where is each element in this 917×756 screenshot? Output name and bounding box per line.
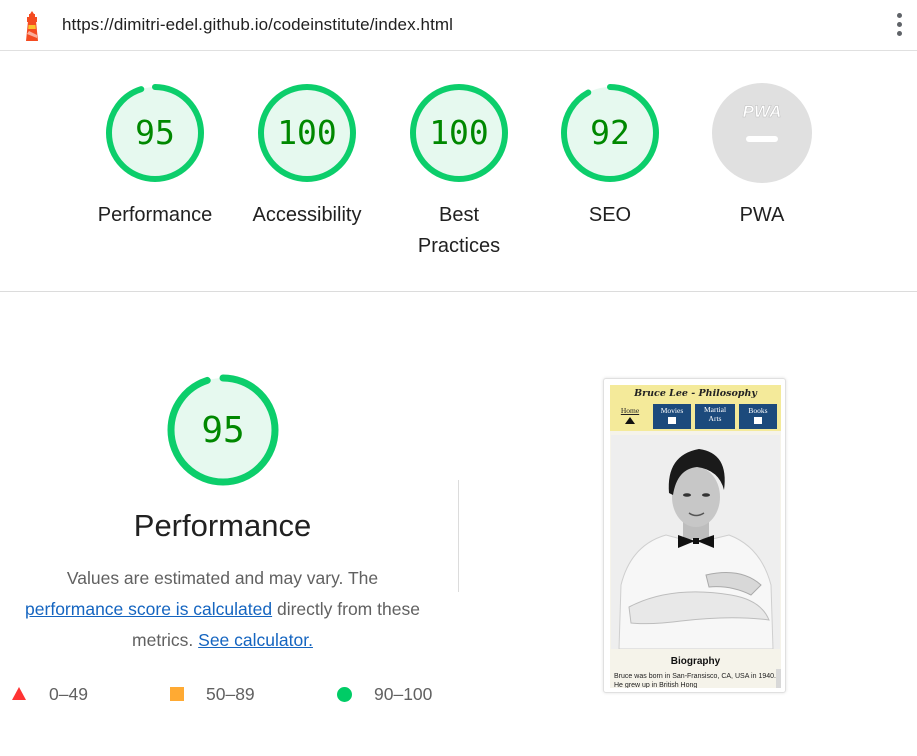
more-vert-icon[interactable] — [889, 11, 909, 41]
gauge-score: 100 — [429, 113, 489, 152]
gauge-accessibility[interactable]: 100 Accessibility — [232, 82, 382, 231]
nav-home: Home — [613, 404, 647, 429]
nav-label: Books — [748, 406, 768, 415]
legend-label: 90–100 — [374, 684, 433, 704]
url-text[interactable]: https://dimitri-edel.github.io/codeinsti… — [62, 15, 453, 35]
gauge-score: 100 — [277, 113, 337, 152]
nav-movies: Movies — [653, 404, 691, 429]
pwa-badge-text: PWA — [743, 102, 782, 121]
gauge-label: Performance — [97, 204, 213, 226]
section-divider — [0, 291, 917, 292]
gauge-ring: 100 — [410, 84, 508, 182]
desc-text-1: Values are estimated and may vary. The — [66, 568, 379, 588]
nav-label: Martial Arts — [703, 405, 727, 423]
portrait-photo — [611, 435, 780, 649]
performance-score: 95 — [201, 410, 244, 451]
gauge-ring: 92 — [561, 84, 659, 182]
lighthouse-icon — [26, 11, 38, 41]
scrollbar — [776, 669, 781, 688]
performance-gauge: 95 — [167, 374, 279, 486]
gauge-score: 95 — [135, 113, 175, 152]
bio-text: Bruce was born in San-Fransisco, CA, USA… — [614, 673, 776, 688]
legend-label: 0–49 — [49, 684, 88, 704]
performance-title: Performance — [133, 508, 312, 543]
legend-label: 50–89 — [206, 684, 255, 704]
nav-books: Books — [739, 404, 777, 429]
nav-label: Movies — [660, 406, 684, 415]
performance-description: Values are estimated and may vary. The p… — [0, 563, 445, 656]
book-icon — [754, 417, 762, 424]
score-calculation-link[interactable]: performance score is calculated — [25, 599, 272, 619]
pwa-badge-icon: PWA — [712, 83, 812, 183]
nav-label: Home — [620, 406, 640, 415]
address-bar: https://dimitri-edel.github.io/codeinsti… — [0, 0, 917, 51]
gauge-label: PWA — [739, 204, 785, 226]
gauge-ring: 100 — [258, 84, 356, 182]
triangle-icon — [12, 687, 26, 700]
circle-icon — [337, 687, 352, 702]
gauge-best-practices[interactable]: 100 Best Practices — [384, 82, 534, 262]
gauge-pwa[interactable]: PWA PWA — [687, 82, 837, 231]
gauge-label: Best Practices — [417, 204, 501, 257]
vertical-divider — [458, 480, 459, 592]
gauge-seo[interactable]: 92 SEO — [535, 82, 685, 231]
nav-martial-arts: Martial Arts — [695, 404, 735, 429]
gauge-score: 92 — [590, 113, 630, 152]
section-heading: Biography — [670, 656, 721, 667]
site-title: Bruce Lee - Philosophy — [634, 388, 757, 399]
gauge-ring: 95 — [106, 84, 204, 182]
see-calculator-link[interactable]: See calculator. — [198, 630, 313, 650]
screenshot-frame: Bruce Lee - Philosophy Home Movies Marti… — [610, 385, 781, 688]
square-icon — [170, 687, 184, 701]
home-icon — [625, 417, 635, 424]
gauge-label: SEO — [588, 204, 632, 226]
gauge-performance[interactable]: 95 Performance — [80, 82, 230, 231]
gauge-label: Accessibility — [252, 204, 362, 226]
final-screenshot[interactable]: Bruce Lee - Philosophy Home Movies Marti… — [603, 378, 786, 693]
film-icon — [668, 417, 676, 424]
